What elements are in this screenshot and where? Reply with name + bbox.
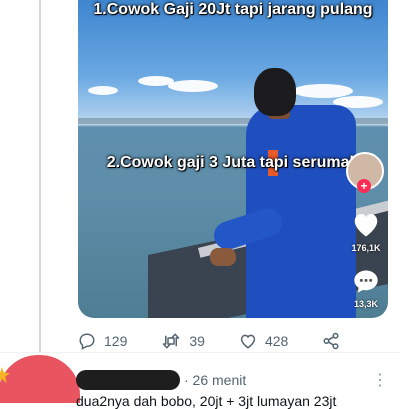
- like-count: 428: [264, 333, 289, 349]
- speech-bubble-icon: [79, 333, 95, 350]
- video-like-count: 176,1K: [351, 243, 381, 253]
- retweet-icon: [163, 333, 180, 349]
- video-caption-1: 1.Cowok Gaji 20Jt tapi jarang pulang: [93, 1, 373, 18]
- share-button[interactable]: [322, 332, 348, 350]
- reply-button[interactable]: 129: [78, 332, 127, 350]
- thread-line: [39, 0, 41, 352]
- more-vertical-icon[interactable]: ⋮: [372, 370, 388, 390]
- follow-button[interactable]: +: [357, 179, 371, 193]
- video-comment-count: 13,3K: [353, 299, 379, 309]
- avatar[interactable]: [0, 355, 80, 403]
- redacted-username: [76, 370, 180, 390]
- reply-count: 129: [104, 333, 128, 349]
- retweet-button[interactable]: 39: [161, 332, 205, 350]
- like-button[interactable]: 428: [239, 332, 288, 350]
- person-hand: [210, 248, 236, 266]
- share-icon: [323, 332, 339, 350]
- person-head: [254, 68, 296, 116]
- retweet-count: 39: [189, 333, 205, 349]
- video-like-button[interactable]: 176,1K: [346, 210, 386, 253]
- reply-text: dua2nya dah bobo, 20jt + 3jt lumayan 23j…: [76, 393, 337, 409]
- comment-bubble-icon: [354, 270, 378, 293]
- video-comment-button[interactable]: 13,3K: [346, 268, 386, 309]
- tweet-action-bar: 129 39 428: [78, 330, 378, 352]
- heart-outline-icon: [240, 334, 256, 349]
- cloud: [168, 80, 218, 92]
- tweet-video-media[interactable]: 1.Cowok Gaji 20Jt tapi jarang pulang 2.C…: [78, 0, 388, 318]
- cloud: [88, 86, 118, 95]
- reply-timestamp: · 26 menit: [184, 372, 247, 388]
- video-caption-2: 2.Cowok gaji 3 Juta tapi serumah: [106, 154, 360, 171]
- heart-icon: [354, 214, 378, 237]
